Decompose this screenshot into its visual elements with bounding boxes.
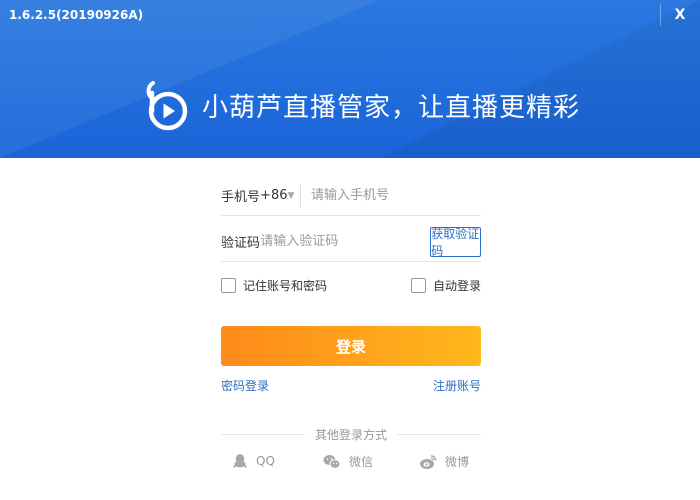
phone-label: 手机号	[221, 190, 261, 205]
wechat-icon	[323, 454, 341, 470]
phone-divider	[300, 184, 301, 207]
code-input[interactable]	[260, 234, 431, 249]
qq-login[interactable]: QQ	[232, 453, 275, 469]
auto-login-checkbox[interactable]: 自动登录	[410, 277, 481, 294]
code-label: 验证码	[221, 236, 261, 251]
weibo-label: 微博	[445, 455, 470, 469]
phone-row: 手机号 +86 ▼	[221, 176, 481, 216]
brand: 小葫芦直播管家，让直播更精彩	[144, 78, 580, 132]
password-login-link[interactable]: 密码登录	[221, 377, 269, 394]
code-row: 验证码 获取验证码	[221, 222, 481, 262]
divider-line-right	[397, 433, 482, 435]
weibo-login[interactable]: 微博	[419, 453, 469, 470]
version-label: 1.6.2.5(20190926A)	[9, 8, 144, 22]
auto-login-checkbox-box[interactable]	[410, 278, 426, 293]
auto-login-label: 自动登录	[432, 279, 481, 293]
qq-icon	[232, 453, 248, 469]
register-link[interactable]: 注册账号	[433, 377, 481, 394]
other-login-title: 其他登录方式	[315, 427, 388, 442]
remember-checkbox-box[interactable]	[221, 278, 236, 293]
header-banner: 1.6.2.5(20190926A) X 小葫芦直播管家，让直播更精彩	[0, 0, 700, 158]
login-form: 手机号 +86 ▼ 验证码 获取验证码	[221, 176, 481, 262]
slogan: 小葫芦直播管家，让直播更精彩	[202, 92, 581, 123]
wechat-label: 微信	[349, 455, 374, 469]
get-code-button[interactable]: 获取验证码	[430, 226, 481, 258]
logo-icon	[144, 79, 190, 131]
remember-label: 记住账号和密码	[243, 279, 328, 293]
login-options: 记住账号和密码 自动登录	[221, 277, 481, 295]
country-code-select[interactable]: +86 ▼	[260, 188, 300, 203]
phone-input[interactable]	[311, 188, 481, 203]
remember-checkbox[interactable]: 记住账号和密码	[221, 277, 327, 294]
country-code-value: +86	[260, 188, 288, 203]
dropdown-arrow-icon: ▼	[287, 190, 295, 201]
divider-line-left	[221, 433, 305, 435]
qq-label: QQ	[256, 454, 275, 468]
other-login-divider: 其他登录方式	[221, 426, 482, 442]
login-button[interactable]: 登录	[221, 326, 481, 366]
close-button[interactable]: X	[660, 0, 700, 30]
weibo-icon	[419, 454, 437, 470]
wechat-login[interactable]: 微信	[323, 453, 373, 470]
